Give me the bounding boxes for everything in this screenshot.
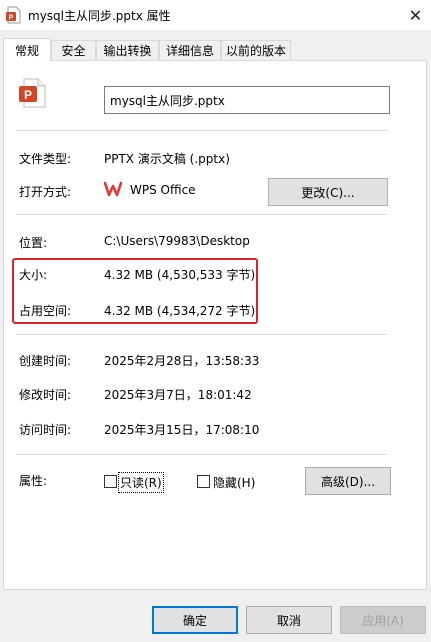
location-label: 位置: [19,236,48,250]
size-value: 4.32 MB (4,530,533 字节) [104,268,256,282]
cancel-button[interactable]: 取消 [246,606,332,634]
hidden-label[interactable]: 隐藏(H) [213,474,255,491]
divider [17,130,387,131]
tab-security[interactable]: 安全 [51,40,96,60]
tab-previous-versions[interactable]: 以前的版本 [221,40,291,60]
file-name-input[interactable]: mysql主从同步.pptx [104,86,390,114]
tab-strip: 常规 安全 输出转换 详细信息 以前的版本 [0,38,431,61]
created-label: 创建时间: [19,354,72,368]
open-with-label: 打开方式: [19,185,72,199]
tab-details[interactable]: 详细信息 [159,40,221,60]
ok-button[interactable]: 确定 [152,606,238,634]
readonly-label[interactable]: 只读(R) [118,472,164,493]
location-value: C:\Users\79983\Desktop [104,234,250,248]
readonly-checkbox[interactable] [104,475,117,488]
change-button[interactable]: 更改(C)... [268,178,388,206]
general-panel [3,60,427,590]
size-on-disk-label: 占用空间: [19,304,72,318]
accessed-label: 访问时间: [19,423,72,437]
divider [17,334,387,335]
tab-general[interactable]: 常规 [3,38,51,61]
pptx-file-icon: P [6,6,21,24]
hidden-checkbox[interactable] [197,475,210,488]
file-type-label: 文件类型: [19,152,72,166]
powerpoint-file-icon: P [19,78,46,108]
accessed-value: 2025年3月15日，17:08:10 [104,423,260,437]
attributes-label: 属性: [19,474,48,488]
size-label: 大小: [19,268,48,282]
modified-value: 2025年3月7日，18:01:42 [104,388,252,402]
open-with-value: WPS Office [130,183,196,197]
close-icon: ✕ [408,5,423,25]
divider [17,454,387,455]
window-title: mysql主从同步.pptx 属性 [28,9,171,23]
size-on-disk-value: 4.32 MB (4,534,272 字节) [104,304,256,318]
divider [17,214,387,215]
close-button[interactable]: ✕ [400,0,431,30]
advanced-button[interactable]: 高级(D)... [305,467,391,495]
svg-text:P: P [24,88,32,102]
created-value: 2025年2月28日，13:58:33 [104,354,260,368]
tab-output-conversion[interactable]: 输出转换 [96,40,159,60]
modified-label: 修改时间: [19,388,72,402]
svg-text:P: P [9,15,14,22]
title-bar: P mysql主从同步.pptx 属性 ✕ [0,0,431,30]
wps-office-icon [104,181,122,197]
apply-button[interactable]: 应用(A) [340,606,426,634]
file-type-value: PPTX 演示文稿 (.pptx) [104,152,230,166]
